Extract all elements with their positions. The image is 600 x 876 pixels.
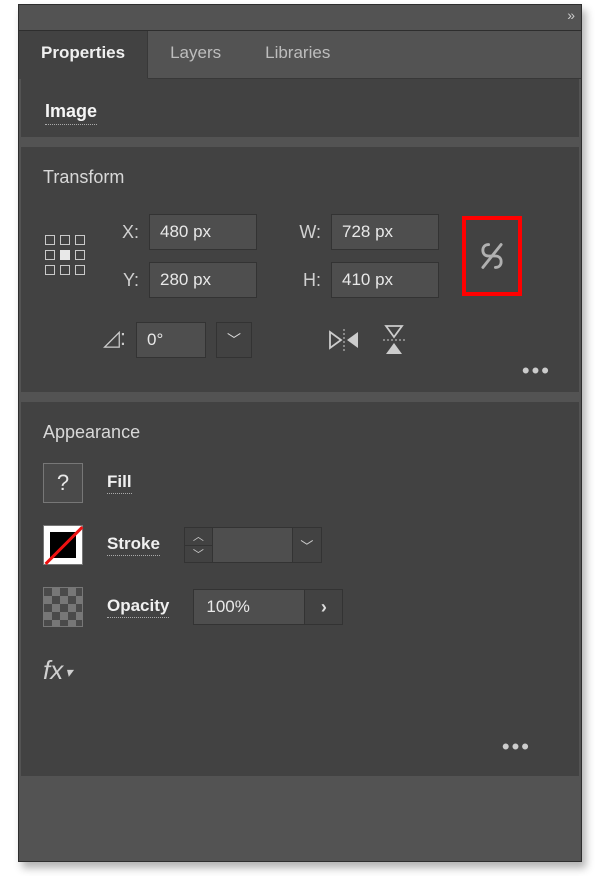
fill-label[interactable]: Fill	[107, 472, 132, 494]
fill-row: ? Fill	[43, 463, 557, 503]
w-input[interactable]	[331, 214, 439, 250]
tab-properties[interactable]: Properties	[19, 31, 148, 79]
opacity-input[interactable]	[194, 590, 304, 624]
panel-topbar: »	[19, 5, 581, 31]
flip-horizontal-icon	[329, 328, 359, 352]
opacity-label[interactable]: Opacity	[107, 596, 169, 618]
stroke-weight-decrease[interactable]: ﹀	[185, 546, 212, 563]
reference-point-icon	[45, 235, 87, 277]
stroke-weight-increase[interactable]: ︿	[185, 528, 212, 546]
fx-dot-icon: ▾	[65, 664, 72, 680]
tab-layers[interactable]: Layers	[148, 31, 243, 78]
transform-section: Transform X: W: Y:	[21, 147, 579, 392]
chevron-up-icon: ︿	[193, 528, 204, 544]
h-input[interactable]	[331, 262, 439, 298]
flip-vertical-icon	[382, 325, 406, 355]
unlink-icon	[478, 240, 506, 272]
stroke-weight-value[interactable]	[213, 528, 293, 562]
stroke-weight-dropdown[interactable]: ﹀	[293, 528, 321, 562]
stroke-weight-stepper[interactable]: ︿ ﹀ ﹀	[184, 527, 322, 563]
tab-libraries[interactable]: Libraries	[243, 31, 352, 78]
transform-title: Transform	[43, 167, 557, 188]
panel-tabs: Properties Layers Libraries	[19, 31, 581, 79]
flip-horizontal-button[interactable]	[324, 322, 364, 358]
transform-more-options[interactable]: •••	[522, 366, 551, 376]
fill-swatch[interactable]: ?	[43, 463, 83, 503]
properties-panel: » Properties Layers Libraries Image Tran…	[18, 4, 582, 862]
appearance-title: Appearance	[43, 422, 557, 443]
flip-vertical-button[interactable]	[374, 322, 414, 358]
h-label: H:	[275, 270, 325, 291]
selection-type-heading: Image	[21, 79, 579, 137]
expand-panel-icon[interactable]: »	[567, 7, 573, 23]
x-label: X:	[109, 222, 143, 243]
appearance-section: Appearance ? Fill Stroke ︿ ﹀	[21, 402, 579, 776]
opacity-row: Opacity ›	[43, 587, 557, 627]
chevron-down-icon: ﹀	[193, 546, 204, 562]
chevron-down-icon: ﹀	[300, 536, 313, 555]
reference-point-selector[interactable]	[43, 233, 89, 279]
x-input[interactable]	[149, 214, 257, 250]
y-input[interactable]	[149, 262, 257, 298]
appearance-more-options[interactable]: •••	[502, 734, 531, 760]
fx-label: fx	[43, 655, 63, 685]
rotation-input[interactable]	[136, 322, 206, 358]
fx-button[interactable]: fx▾	[43, 655, 557, 686]
stroke-swatch[interactable]	[43, 525, 83, 565]
stroke-label[interactable]: Stroke	[107, 534, 160, 556]
chevron-right-icon: ›	[321, 597, 327, 618]
opacity-swatch[interactable]	[43, 587, 83, 627]
rotation-icon: ◿:	[103, 325, 126, 351]
w-label: W:	[275, 222, 325, 243]
opacity-dropdown[interactable]: ›	[304, 590, 342, 624]
y-label: Y:	[109, 270, 143, 291]
selection-type-label[interactable]: Image	[45, 101, 97, 125]
unknown-fill-icon: ?	[57, 470, 69, 496]
chevron-down-icon: ﹀	[227, 330, 241, 350]
rotation-dropdown[interactable]: ﹀	[216, 322, 252, 358]
stroke-row: Stroke ︿ ﹀ ﹀	[43, 525, 557, 565]
link-dimensions-button[interactable]	[462, 216, 522, 296]
